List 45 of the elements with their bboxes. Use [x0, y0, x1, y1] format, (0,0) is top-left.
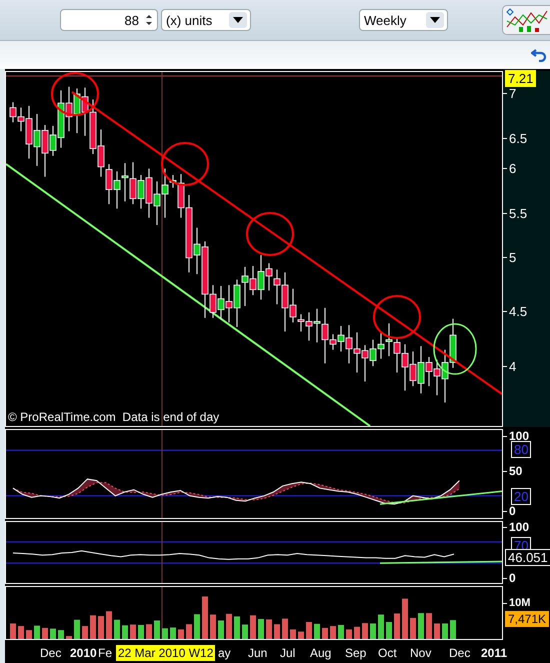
axis-label: 100 — [503, 430, 530, 442]
axis-label: 0 — [503, 505, 516, 517]
axis-label: 5 — [503, 251, 516, 264]
undo-icon[interactable] — [531, 48, 547, 62]
rsi-value-label: 46.051 — [505, 549, 550, 566]
axis-label: 2010 — [70, 646, 97, 660]
indicators-button[interactable] — [502, 5, 550, 35]
axis-label: Dec — [449, 646, 470, 660]
axis-label: 4.5 — [503, 305, 528, 318]
caret-icon — [430, 17, 440, 23]
axis-label: Oct — [378, 646, 397, 660]
units-field[interactable]: 88 — [60, 9, 158, 31]
axis-label: 80 — [511, 441, 532, 458]
axis-label: 6.5 — [503, 132, 528, 145]
highlight-circle — [246, 212, 294, 256]
axis-label: 4 — [503, 360, 516, 373]
axis-label: 5.5 — [503, 207, 528, 220]
axis-label: Fe — [98, 646, 112, 660]
highlight-circle — [373, 295, 421, 339]
highlight-circle — [51, 72, 99, 116]
highlight-circle — [433, 323, 477, 375]
chart-indicator-icon — [504, 7, 548, 33]
axis-label: Dec — [40, 646, 62, 660]
highlight-circle — [161, 142, 209, 186]
axis-label: Jun — [248, 646, 268, 660]
source-note: © ProRealTime.com Data is end of day — [8, 410, 220, 424]
axis-label: Aug — [310, 646, 332, 660]
axis-label: ay — [218, 646, 231, 660]
axis-label: 10M — [503, 598, 530, 609]
axis-label: 50 — [503, 465, 522, 477]
axis-label: Jul — [280, 646, 296, 660]
period-dropdown[interactable]: Weekly — [359, 9, 448, 31]
axis-label: 6 — [503, 162, 516, 175]
cursor-date-label: 22 Mar 2010 W12 — [116, 645, 216, 661]
axis-label: 20 — [511, 488, 532, 505]
caret-icon — [233, 17, 243, 23]
axis-label: 100 — [503, 521, 530, 533]
volume-value-label: 7,471K — [505, 611, 550, 627]
axis-label: Nov — [410, 646, 432, 660]
units-dropdown[interactable]: (x) units — [161, 9, 251, 31]
axis-label: Sep — [345, 646, 366, 660]
axis-label: 0 — [503, 572, 516, 584]
axis-label: 2011 — [481, 646, 508, 660]
axis-label: 7 — [503, 87, 516, 100]
last-price-label: 7.21 — [505, 70, 536, 87]
